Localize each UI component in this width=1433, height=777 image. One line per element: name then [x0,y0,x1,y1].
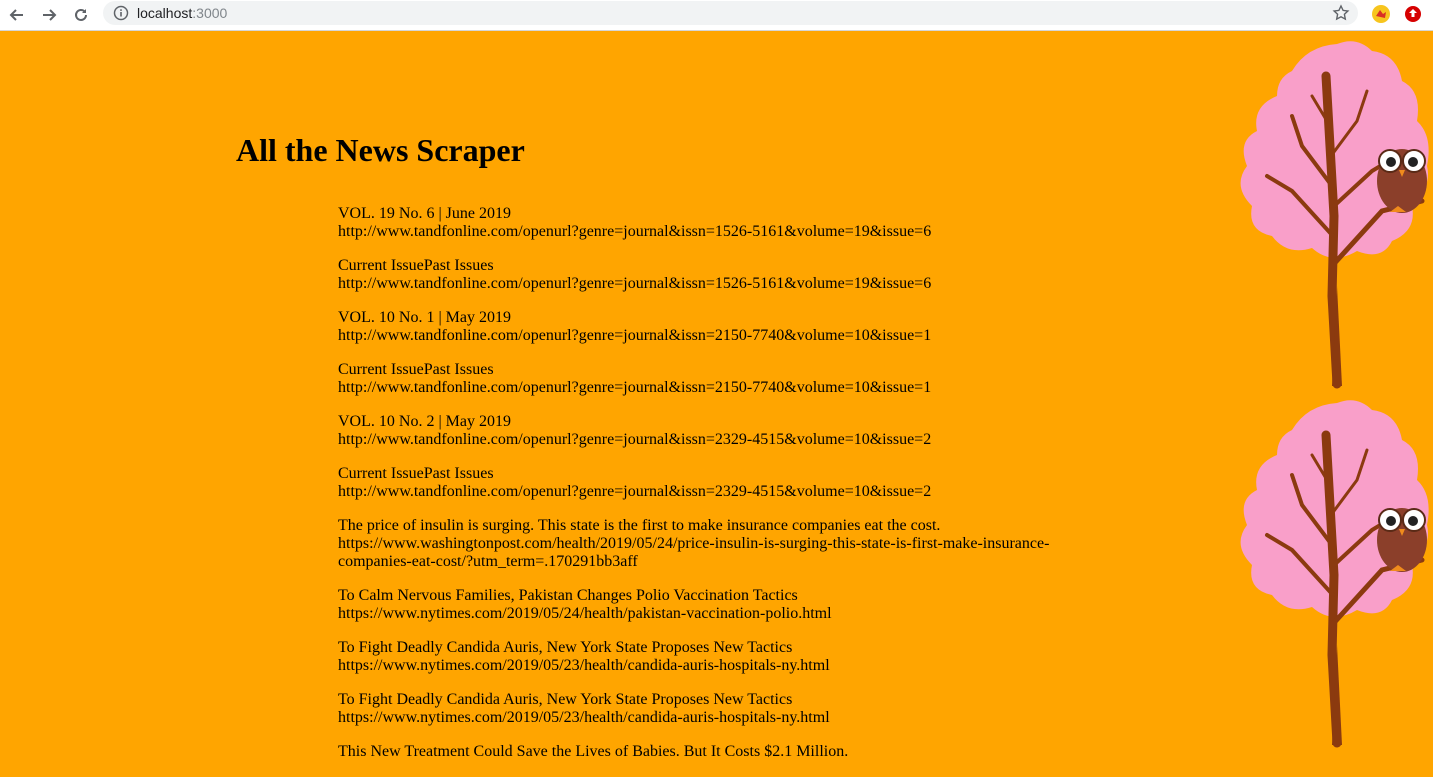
article-headline: VOL. 10 No. 1 | May 2019 [338,309,511,326]
article-headline: To Calm Nervous Families, Pakistan Chang… [338,587,798,604]
url-port: :3000 [192,5,228,21]
article-link[interactable]: https://www.washingtonpost.com/health/20… [338,535,1058,571]
article-headline: Current IssuePast Issues [338,465,494,482]
extension-upload-icon[interactable] [1402,3,1424,25]
article-link[interactable]: https://www.nytimes.com/2019/05/24/healt… [338,605,1058,623]
browser-toolbar: localhost:3000 [0,0,1433,31]
article-item: Current IssuePast Issues http://www.tand… [338,257,1058,293]
article-link[interactable]: https://www.nytimes.com/2019/05/23/healt… [338,657,1058,675]
article-link[interactable]: http://www.tandfonline.com/openurl?genre… [338,379,1058,397]
tree-owl-icon [1240,41,1429,389]
extension-puzzle-icon[interactable] [1370,3,1392,25]
article-link[interactable]: http://www.tandfonline.com/openurl?genre… [338,483,1058,501]
owl-icon [1377,508,1427,572]
article-headline: VOL. 10 No. 2 | May 2019 [338,413,511,430]
article-item: VOL. 10 No. 2 | May 2019 http://www.tand… [338,413,1058,449]
article-headline: To Fight Deadly Candida Auris, New York … [338,639,793,656]
article-link[interactable]: http://www.tandfonline.com/openurl?genre… [338,431,1058,449]
article-headline: VOL. 19 No. 6 | June 2019 [338,205,511,222]
article-item: To Calm Nervous Families, Pakistan Chang… [338,587,1058,623]
owl-icon [1377,149,1427,213]
article-item: This New Treatment Could Save the Lives … [338,743,1058,761]
url-text[interactable]: localhost:3000 [137,5,227,21]
article-headline: To Fight Deadly Candida Auris, New York … [338,691,793,708]
address-bar[interactable]: localhost:3000 [103,1,1358,25]
article-item: The price of insulin is surging. This st… [338,517,1058,571]
article-item: Current IssuePast Issues http://www.tand… [338,361,1058,397]
article-link[interactable]: http://www.tandfonline.com/openurl?genre… [338,223,1058,241]
reload-icon[interactable] [69,3,93,27]
article-link[interactable]: http://www.tandfonline.com/openurl?genre… [338,275,1058,293]
article-item: VOL. 10 No. 1 | May 2019 http://www.tand… [338,309,1058,345]
article-headline: Current IssuePast Issues [338,257,494,274]
tree-owl-icon [1240,400,1429,748]
article-link[interactable]: http://www.tandfonline.com/openurl?genre… [338,327,1058,345]
back-arrow-icon[interactable] [5,3,29,27]
forward-arrow-icon[interactable] [37,3,61,27]
article-item: To Fight Deadly Candida Auris, New York … [338,691,1058,727]
page-title: All the News Scraper [236,132,525,168]
bookmark-star-icon[interactable] [1332,4,1350,22]
article-headline: The price of insulin is surging. This st… [338,517,941,534]
url-host: localhost [137,5,193,21]
article-headline: Current IssuePast Issues [338,361,494,378]
article-headline: This New Treatment Could Save the Lives … [338,743,849,760]
article-item: VOL. 19 No. 6 | June 2019 http://www.tan… [338,205,1058,241]
article-list: VOL. 19 No. 6 | June 2019 http://www.tan… [338,205,1058,777]
info-icon[interactable] [113,5,129,21]
article-link[interactable]: https://www.nytimes.com/2019/05/23/healt… [338,709,1058,727]
article-item: Current IssuePast Issues http://www.tand… [338,465,1058,501]
article-item: To Fight Deadly Candida Auris, New York … [338,639,1058,675]
